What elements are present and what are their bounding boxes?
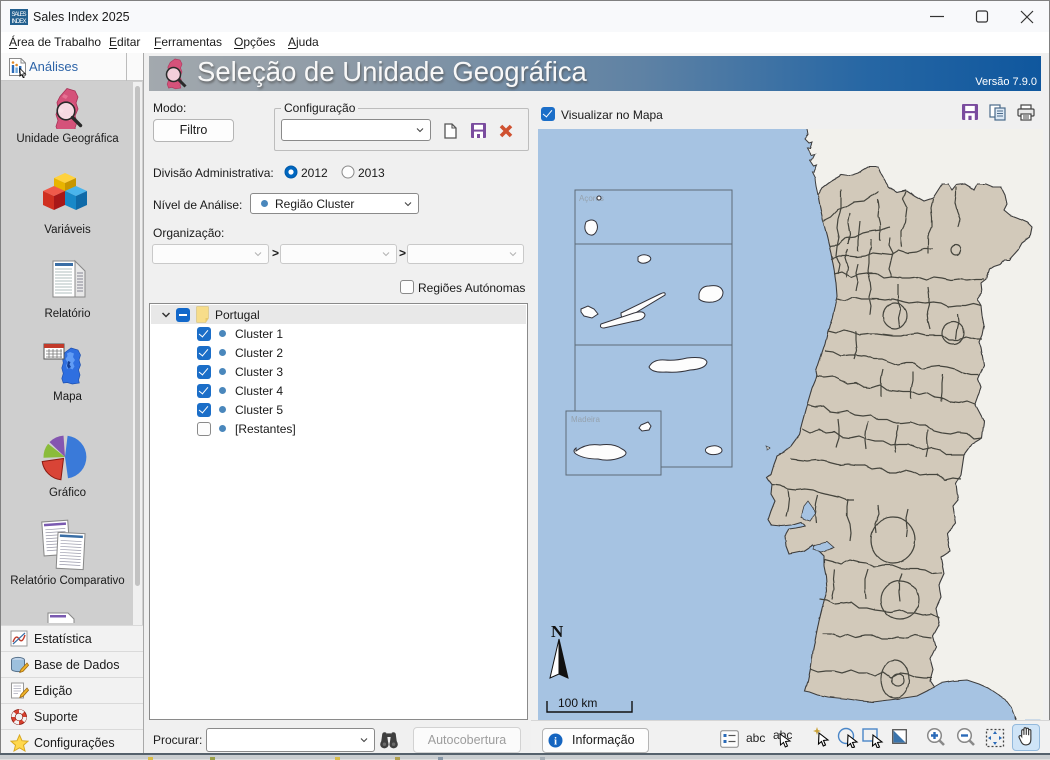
svg-text:Madeira: Madeira	[571, 415, 600, 424]
svg-text:SALES: SALES	[12, 12, 27, 18]
svg-text:i: i	[554, 736, 557, 748]
svg-text:100 km: 100 km	[558, 696, 597, 710]
svg-text:INDEX: INDEX	[12, 19, 27, 25]
svg-text:N: N	[551, 622, 564, 641]
